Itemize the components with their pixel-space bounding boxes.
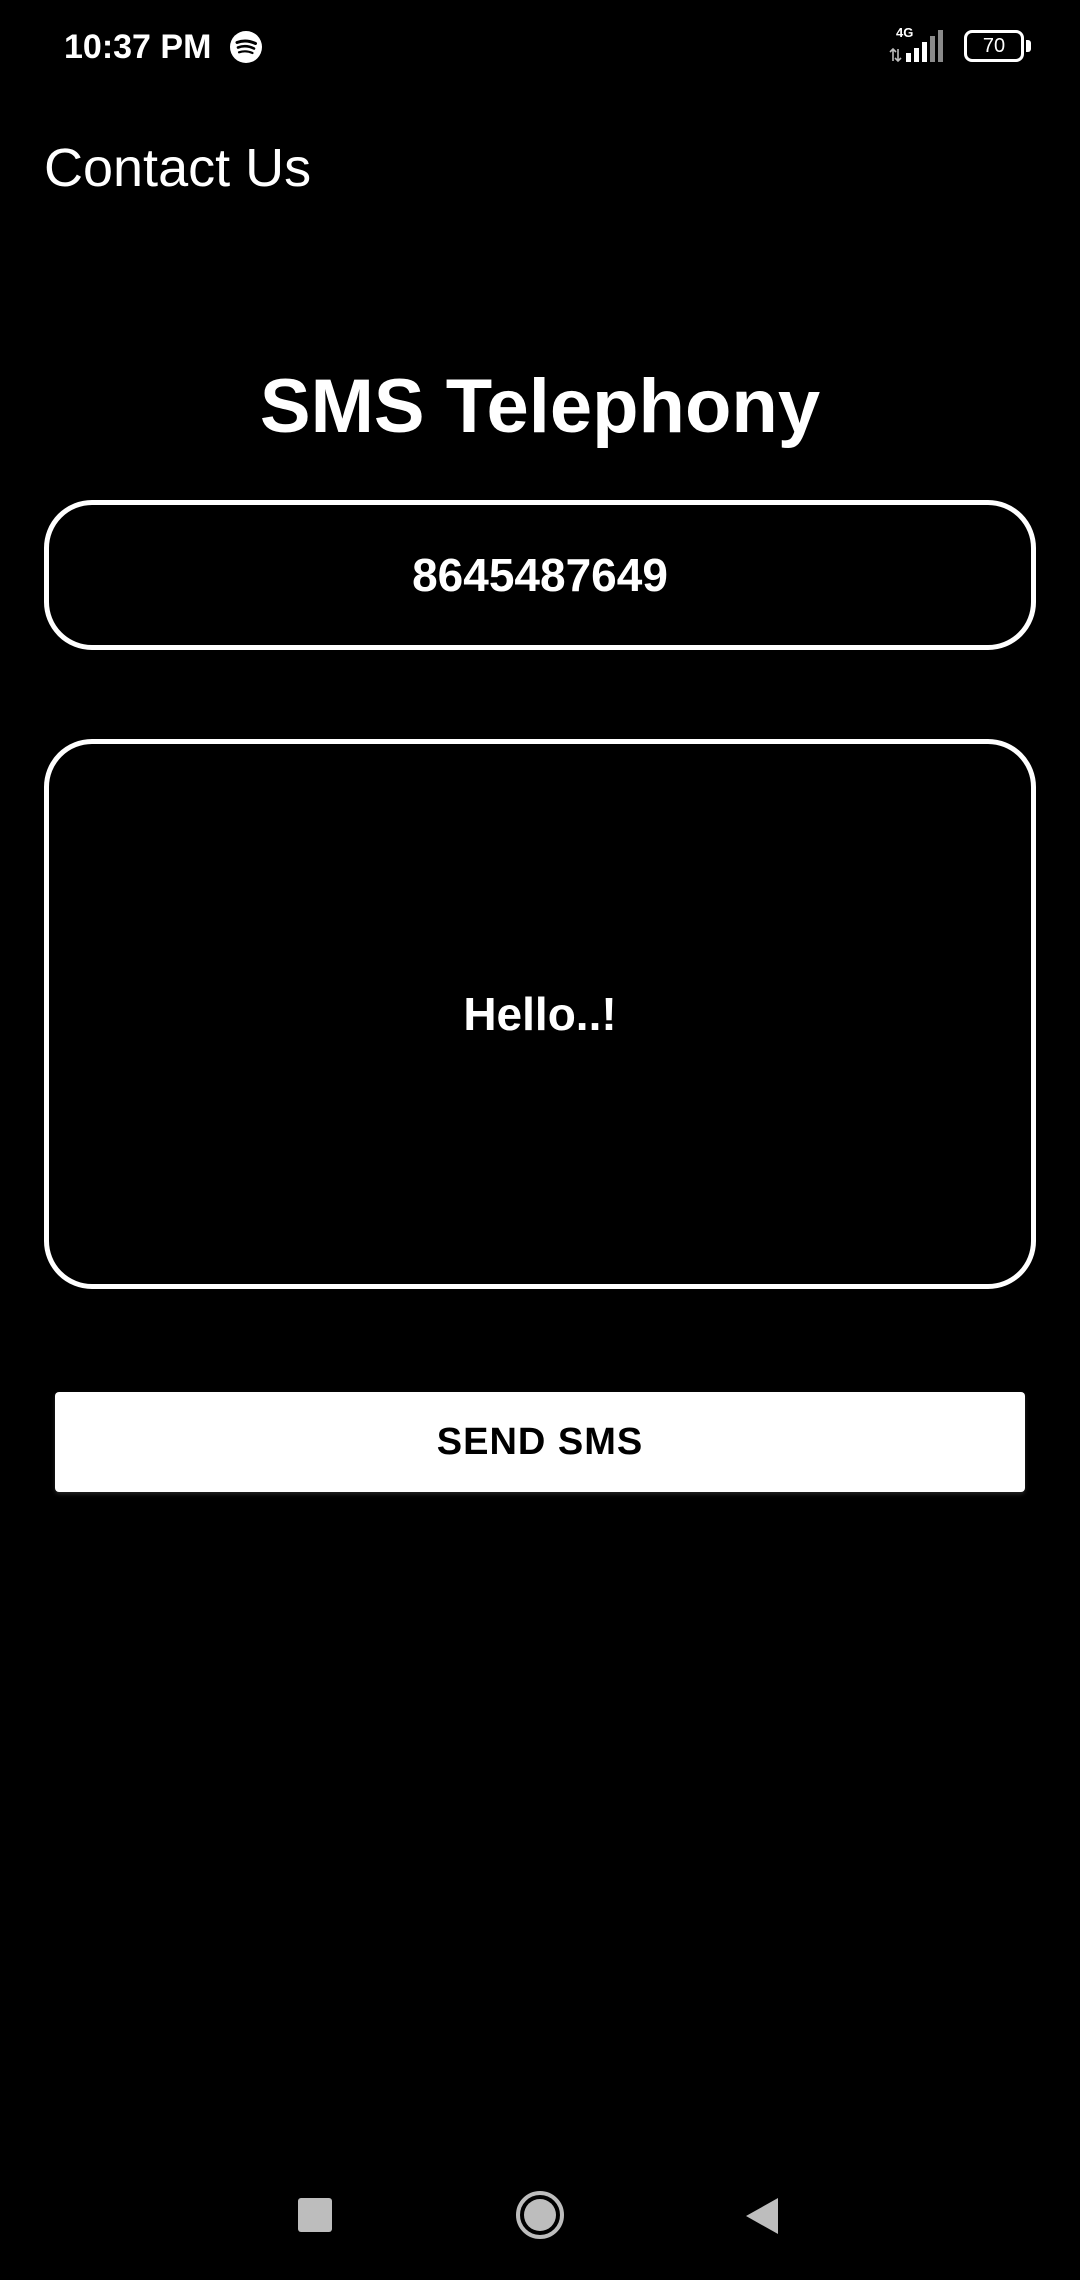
phone-number-value: 8645487649 bbox=[412, 549, 668, 601]
phone-number-input[interactable]: 8645487649 bbox=[44, 500, 1036, 650]
message-input[interactable]: Hello..! bbox=[44, 739, 1036, 1289]
status-time: 10:37 PM bbox=[64, 28, 212, 66]
app-bar-title: Contact Us bbox=[44, 138, 312, 198]
battery-tip bbox=[1026, 40, 1031, 52]
back-icon[interactable] bbox=[744, 2196, 780, 2236]
screen: 10:37 PM 4G 70 Contact Us SMS Telephony … bbox=[0, 0, 1080, 2280]
battery-level: 70 bbox=[982, 35, 1006, 57]
page-heading: SMS Telephony bbox=[259, 364, 821, 449]
home-icon[interactable] bbox=[515, 2190, 565, 2240]
send-sms-label: SEND SMS bbox=[436, 1420, 644, 1463]
status-bar: 10:37 PM 4G 70 bbox=[0, 0, 1080, 96]
message-value: Hello..! bbox=[463, 988, 617, 1040]
send-sms-button[interactable]: SEND SMS bbox=[55, 1392, 1025, 1492]
spotify-icon bbox=[230, 31, 262, 63]
signal-icon bbox=[889, 30, 943, 63]
recents-icon[interactable] bbox=[298, 2198, 332, 2232]
